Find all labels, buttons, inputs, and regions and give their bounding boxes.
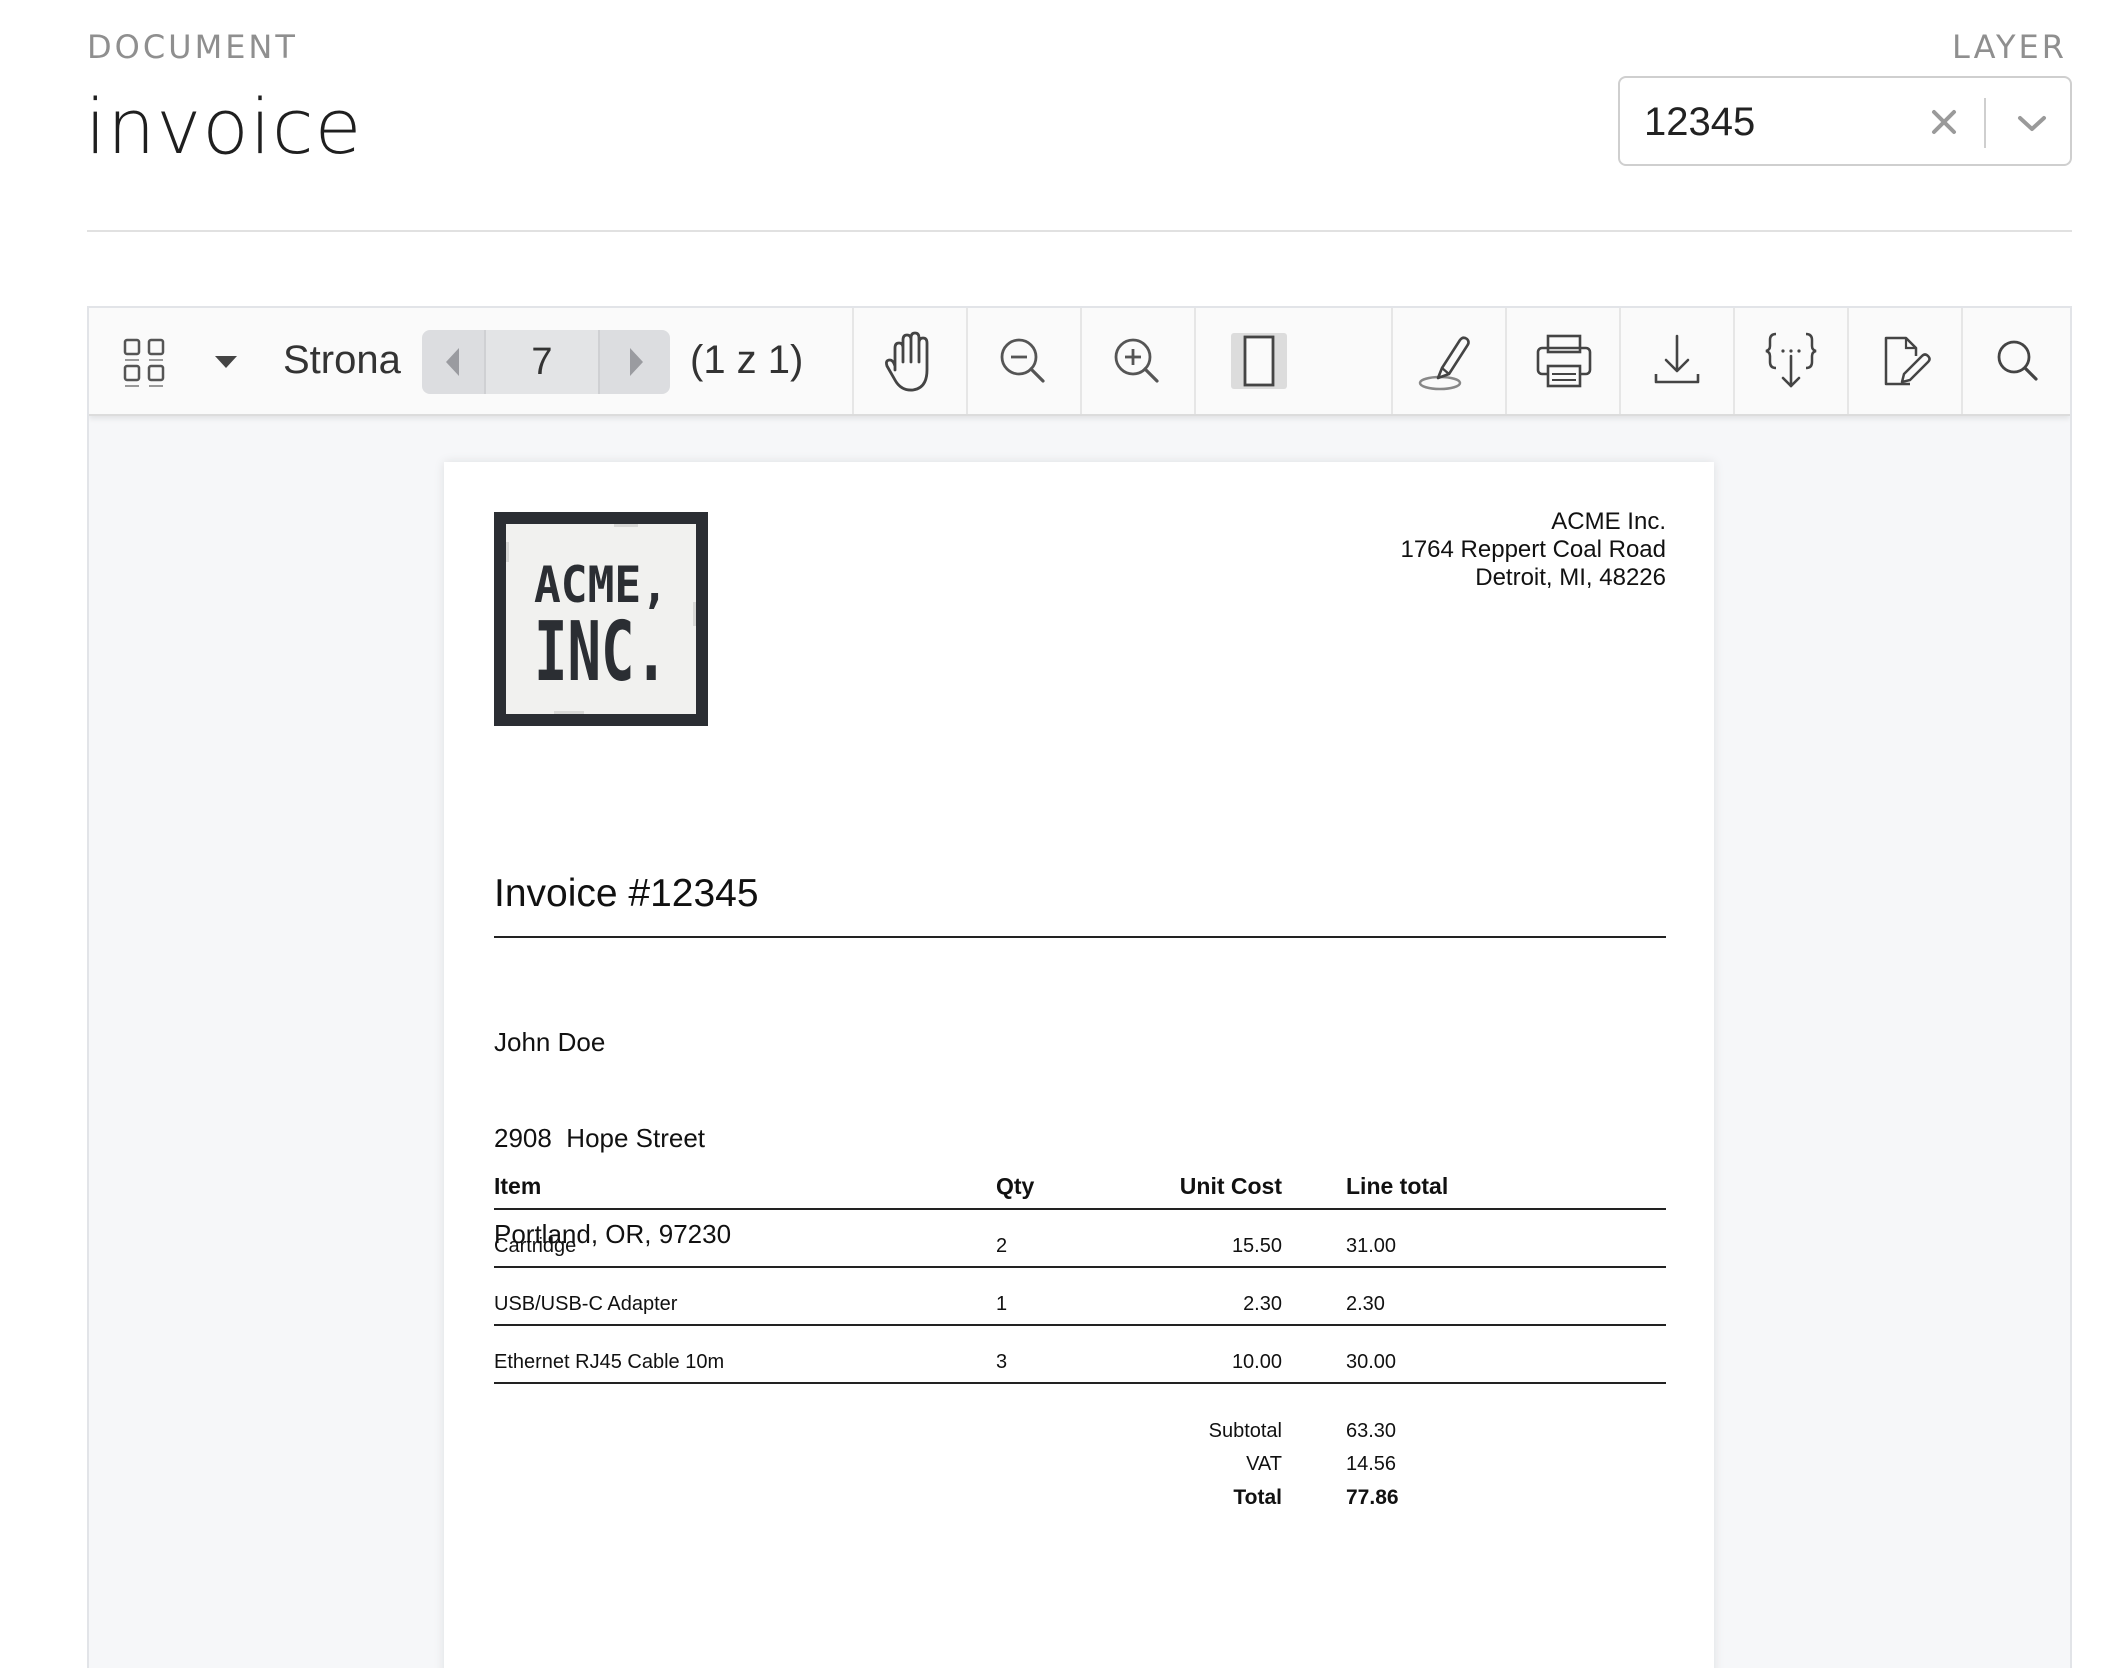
row-item: Cartridge bbox=[494, 1235, 577, 1257]
row-line-total: 30.00 bbox=[1346, 1351, 1397, 1373]
row-unit-cost: 10.00 bbox=[1231, 1351, 1282, 1373]
layer-label: LAYER bbox=[1952, 28, 2067, 66]
vat-label: VAT bbox=[1246, 1453, 1282, 1475]
toolbar-separator bbox=[852, 308, 854, 414]
vat-value: 14.56 bbox=[1346, 1453, 1397, 1475]
layer-select[interactable]: 12345 bbox=[1618, 76, 2072, 166]
total-value: 77.86 bbox=[1346, 1486, 1399, 1509]
search-icon[interactable] bbox=[1964, 308, 2070, 414]
previous-page-button[interactable] bbox=[422, 330, 484, 394]
export-data-icon[interactable] bbox=[1736, 308, 1847, 414]
column-header-item: Item bbox=[494, 1173, 542, 1199]
fit-page-icon[interactable] bbox=[1197, 308, 1313, 414]
toolbar-separator bbox=[1847, 308, 1849, 414]
document-title: invoice bbox=[85, 82, 363, 171]
zoom-out-icon[interactable] bbox=[969, 308, 1080, 414]
thumbnails-icon[interactable] bbox=[111, 308, 181, 414]
page-label: Strona bbox=[283, 338, 401, 382]
invoice-title-rule bbox=[494, 936, 1666, 938]
company-name: ACME Inc. bbox=[1551, 508, 1666, 535]
download-icon[interactable] bbox=[1622, 308, 1733, 414]
page-number-input[interactable]: 7 bbox=[484, 330, 600, 394]
column-header-unit-cost: Unit Cost bbox=[1179, 1173, 1282, 1199]
zoom-in-icon[interactable] bbox=[1083, 308, 1194, 414]
row-item: Ethernet RJ45 Cable 10m bbox=[494, 1351, 725, 1373]
hand-tool-icon[interactable] bbox=[855, 308, 966, 414]
customer-name: John Doe bbox=[494, 1027, 606, 1057]
table-header-row: Item Qty Unit Cost Line total bbox=[494, 1168, 1666, 1210]
vat-row: VAT 14.56 bbox=[494, 1453, 1666, 1486]
toolbar-separator bbox=[1619, 308, 1621, 414]
select-separator bbox=[1984, 98, 1986, 148]
edit-document-icon[interactable] bbox=[1850, 308, 1961, 414]
page-count: (1 z 1) bbox=[690, 338, 804, 382]
company-city: Detroit, MI, 48226 bbox=[1475, 564, 1666, 591]
row-item: USB/USB-C Adapter bbox=[494, 1293, 678, 1315]
row-unit-cost: 2.30 bbox=[1243, 1293, 1282, 1315]
toolbar-separator bbox=[1194, 308, 1196, 414]
toolbar-separator bbox=[966, 308, 968, 414]
total-row: Total 77.86 bbox=[494, 1486, 1666, 1519]
column-header-qty: Qty bbox=[996, 1173, 1035, 1199]
toolbar-separator bbox=[1080, 308, 1082, 414]
customer-street: 2908 Hope Street bbox=[494, 1123, 706, 1153]
table-row: Cartridge 2 15.50 31.00 bbox=[494, 1210, 1666, 1268]
toolbar-separator bbox=[1733, 308, 1735, 414]
next-page-button[interactable] bbox=[602, 330, 670, 394]
print-icon[interactable] bbox=[1508, 308, 1619, 414]
dropdown-caret-icon[interactable] bbox=[201, 308, 251, 414]
row-line-total: 31.00 bbox=[1346, 1235, 1397, 1257]
annotate-pen-icon[interactable] bbox=[1394, 308, 1505, 414]
row-qty: 1 bbox=[996, 1293, 1008, 1315]
chevron-down-icon[interactable] bbox=[2004, 98, 2060, 148]
subtotal-row: Subtotal 63.30 bbox=[494, 1420, 1666, 1453]
clear-icon[interactable] bbox=[1922, 98, 1966, 146]
invoice-totals: Subtotal 63.30 VAT 14.56 Total 77.86 bbox=[494, 1420, 1666, 1519]
document-viewer: Strona 7 (1 z 1) ACME, INC. ACME Inc. 17… bbox=[87, 306, 2072, 1668]
acme-logo: ACME, INC. bbox=[494, 512, 708, 726]
subtotal-label: Subtotal bbox=[1208, 1420, 1282, 1442]
subtotal-value: 63.30 bbox=[1346, 1420, 1397, 1442]
table-row: Ethernet RJ45 Cable 10m 3 10.00 30.00 bbox=[494, 1326, 1666, 1384]
company-street: 1764 Reppert Coal Road bbox=[1400, 536, 1666, 563]
row-qty: 3 bbox=[996, 1351, 1008, 1373]
toolbar-separator bbox=[1391, 308, 1393, 414]
total-label: Total bbox=[1233, 1486, 1282, 1509]
svg-text:INC.: INC. bbox=[534, 605, 668, 700]
document-label: DOCUMENT bbox=[87, 28, 298, 66]
viewer-toolbar: Strona 7 (1 z 1) bbox=[89, 308, 2070, 416]
company-address: ACME Inc. 1764 Reppert Coal Road Detroit… bbox=[1400, 508, 1666, 592]
document-page: ACME, INC. ACME Inc. 1764 Reppert Coal R… bbox=[444, 462, 1714, 1668]
page-navigator: 7 bbox=[422, 330, 670, 394]
row-line-total: 2.30 bbox=[1346, 1293, 1385, 1315]
row-unit-cost: 15.50 bbox=[1231, 1235, 1282, 1257]
items-table: Item Qty Unit Cost Line total Cartridge … bbox=[494, 1168, 1666, 1384]
header-divider bbox=[87, 230, 2072, 232]
invoice-title: Invoice #12345 bbox=[494, 872, 759, 915]
layer-select-value: 12345 bbox=[1644, 100, 1756, 144]
toolbar-separator bbox=[1505, 308, 1507, 414]
row-qty: 2 bbox=[996, 1235, 1008, 1257]
table-row: USB/USB-C Adapter 1 2.30 2.30 bbox=[494, 1268, 1666, 1326]
toolbar-separator bbox=[1961, 308, 1963, 414]
column-header-line-total: Line total bbox=[1346, 1173, 1449, 1199]
